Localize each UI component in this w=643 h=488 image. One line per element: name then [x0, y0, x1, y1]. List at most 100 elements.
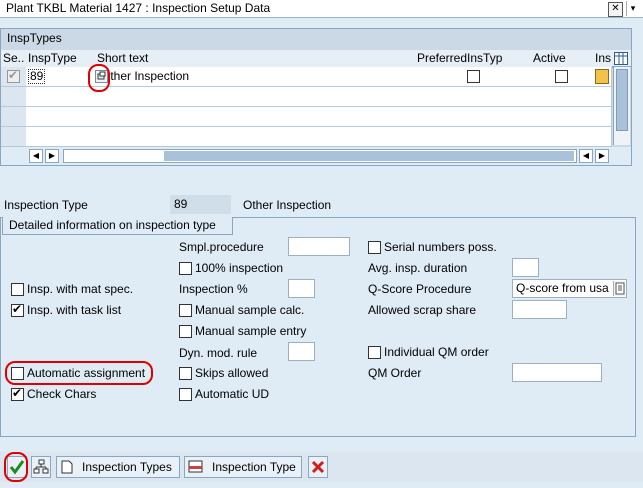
dyn-mod-rule-label: Dyn. mod. rule: [179, 346, 258, 360]
individual-qm-order-checkbox[interactable]: [368, 346, 381, 359]
manual-sample-entry-label: Manual sample entry: [195, 324, 307, 338]
table-cell: [593, 107, 612, 127]
table-cell: [415, 87, 532, 107]
insp-types-table: InspTypes Se.. InspType Short text Prefe…: [0, 28, 632, 166]
serial-numbers-checkbox[interactable]: [368, 241, 381, 254]
manual-sample-calc-checkbox[interactable]: [179, 304, 192, 317]
horizontal-scrollbar[interactable]: [63, 149, 577, 163]
col-header-select[interactable]: Se..: [1, 50, 29, 68]
inspection-type-label: Inspection Type: [4, 198, 88, 212]
inspection-types-button[interactable]: Inspection Types: [56, 456, 180, 478]
preferred-cell: [415, 67, 532, 87]
insp-task-list-checkbox[interactable]: [11, 302, 24, 317]
inspection-type-button-label: Inspection Type: [212, 460, 296, 474]
col-header-ins[interactable]: Ins: [593, 50, 614, 68]
qm-order-label: QM Order: [368, 366, 422, 380]
skips-allowed-label: Skips allowed: [195, 366, 269, 380]
allowed-scrap-label: Allowed scrap share: [368, 303, 477, 317]
avg-insp-duration-label: Avg. insp. duration: [368, 261, 468, 275]
table-cell: [593, 127, 612, 147]
qm-order-field[interactable]: [512, 363, 602, 382]
dyn-mod-rule-field[interactable]: [288, 342, 315, 361]
insptype-value: 89: [28, 69, 46, 84]
list-icon: [188, 460, 203, 473]
table-title: InspTypes: [7, 31, 62, 45]
horizontal-scroll-area: ◀ ▶ ◀ ▶: [1, 147, 631, 165]
bottom-toolbar: Inspection Types Inspection Type: [0, 452, 643, 482]
manual-sample-entry-checkbox[interactable]: [179, 325, 192, 338]
inspection-type-desc: Other Inspection: [243, 198, 332, 212]
serial-numbers-label: Serial numbers poss.: [384, 240, 497, 254]
cancel-icon: [311, 460, 325, 474]
inspection-types-button-label: Inspection Types: [82, 460, 172, 474]
vertical-scrollbar[interactable]: [613, 67, 630, 145]
row-selector[interactable]: [1, 127, 27, 147]
inspection-pct-label: Inspection %: [179, 282, 248, 296]
table-cell: [95, 87, 416, 107]
short-text-value: Other Inspection: [101, 69, 190, 83]
close-icon[interactable]: ✕: [608, 2, 623, 17]
inspection-type-button[interactable]: Inspection Type: [184, 456, 302, 478]
scroll-left-icon[interactable]: ◀: [579, 149, 593, 163]
highlight-ring: [4, 452, 28, 482]
inspection-100-label: 100% inspection: [195, 261, 284, 275]
h-scroll-thumb[interactable]: [164, 151, 574, 161]
avg-insp-duration-field[interactable]: [512, 258, 539, 277]
check-chars-label: Check Chars: [27, 387, 97, 401]
title-bar: Plant TKBL Material 1427 : Inspection Se…: [0, 0, 643, 18]
insp-mat-spec-checkbox[interactable]: [11, 283, 24, 296]
active-checkbox[interactable]: [555, 70, 568, 83]
col-header-preferred[interactable]: PreferredInsTyp: [415, 50, 534, 68]
window-title: Plant TKBL Material 1427 : Inspection Se…: [6, 1, 271, 15]
ins-button-icon[interactable]: [595, 69, 609, 84]
col-header-short-text[interactable]: Short text: [95, 50, 418, 68]
smpl-procedure-field[interactable]: [288, 237, 350, 256]
q-score-procedure-label: Q-Score Procedure: [368, 282, 472, 296]
highlight-ring: [5, 361, 153, 385]
insptype-cell[interactable]: 89: [26, 67, 96, 87]
individual-qm-order-label: Individual QM order: [384, 345, 489, 359]
table-cell: [531, 87, 594, 107]
q-score-value: Q-score from usa: [516, 281, 609, 295]
dropdown-icon[interactable]: [613, 281, 625, 296]
row-selector[interactable]: [1, 67, 27, 87]
row-selector[interactable]: [1, 87, 27, 107]
col-header-active[interactable]: Active: [531, 50, 596, 68]
table-cell: [26, 87, 96, 107]
hierarchy-button[interactable]: [31, 456, 51, 478]
table-cell: [531, 127, 594, 147]
highlight-ring: [88, 64, 110, 92]
window-menu-icon[interactable]: ▾: [626, 1, 639, 16]
automatic-ud-checkbox[interactable]: [179, 388, 192, 401]
insp-task-list-label: Insp. with task list: [27, 303, 122, 317]
inspection-type-field: 89: [170, 195, 231, 214]
preferred-checkbox[interactable]: [467, 70, 480, 83]
active-cell: [531, 67, 594, 87]
manual-sample-calc-label: Manual sample calc.: [195, 303, 305, 317]
smpl-procedure-label: Smpl.procedure: [179, 240, 264, 254]
scroll-right-icon[interactable]: ▶: [595, 149, 609, 163]
cancel-button[interactable]: [308, 456, 328, 478]
check-chars-checkbox[interactable]: [11, 386, 24, 401]
short-text-cell[interactable]: Other Inspection: [95, 67, 416, 87]
table-cell: [95, 127, 416, 147]
inspection-pct-field[interactable]: [288, 279, 315, 298]
q-score-procedure-select[interactable]: Q-score from usa: [512, 279, 627, 298]
scroll-right-icon[interactable]: ▶: [45, 149, 59, 163]
table-cell: [26, 107, 96, 127]
inspection-100-checkbox[interactable]: [179, 262, 192, 275]
table-cell: [415, 127, 532, 147]
table-cell: [95, 107, 416, 127]
table-cell: [593, 87, 612, 107]
ins-cell[interactable]: [593, 67, 612, 87]
skips-allowed-checkbox[interactable]: [179, 367, 192, 380]
col-header-insptype[interactable]: InspType: [26, 50, 98, 68]
allowed-scrap-field[interactable]: [512, 300, 567, 319]
row-selector[interactable]: [1, 107, 27, 127]
scroll-thumb[interactable]: [616, 69, 628, 131]
table-cell: [531, 107, 594, 127]
column-settings-icon[interactable]: [612, 50, 631, 67]
scroll-left-icon[interactable]: ◀: [29, 149, 43, 163]
automatic-ud-label: Automatic UD: [195, 387, 270, 401]
row-select-checkbox: [7, 68, 20, 83]
